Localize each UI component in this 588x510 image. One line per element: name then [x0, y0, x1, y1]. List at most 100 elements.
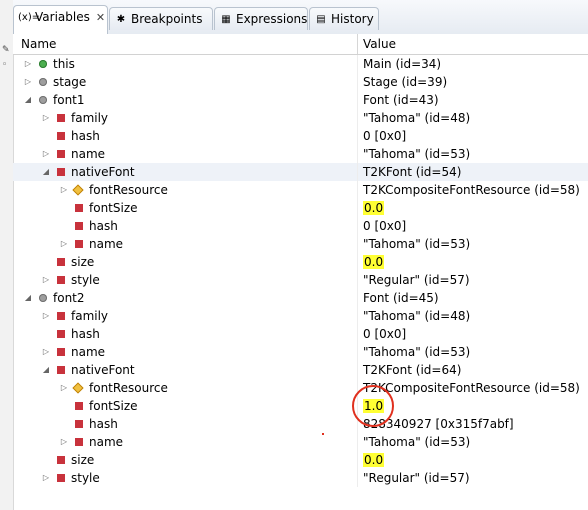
variable-name: nativeFont: [71, 165, 135, 179]
collapsed-twisty-icon[interactable]: ▷: [41, 145, 51, 163]
column-separator: [357, 325, 358, 343]
expanded-twisty-icon[interactable]: ◢: [41, 163, 51, 181]
collapsed-twisty-icon[interactable]: ▷: [41, 307, 51, 325]
variable-value: Font (id=45): [363, 291, 439, 305]
field-private-icon: [75, 240, 83, 248]
collapsed-twisty-icon[interactable]: ▷: [41, 271, 51, 289]
value-column-header[interactable]: Value: [363, 37, 396, 51]
name-cell: ▷ name: [13, 235, 357, 253]
expanded-twisty-icon[interactable]: ◢: [23, 91, 33, 109]
field-private-icon: [57, 168, 65, 176]
column-separator[interactable]: [357, 34, 358, 54]
collapsed-twisty-icon[interactable]: ▷: [23, 73, 33, 91]
tree-row[interactable]: ▷ family "Tahoma" (id=48): [13, 109, 588, 127]
column-separator: [357, 469, 358, 487]
tree-row[interactable]: fontSize 0.0: [13, 199, 588, 217]
name-cell: ▷ name: [13, 343, 357, 361]
tree-row[interactable]: hash 0 [0x0]: [13, 217, 588, 235]
tree-row[interactable]: size 0.0: [13, 451, 588, 469]
variable-name: nativeFont: [71, 363, 135, 377]
variable-value: T2KFont (id=54): [363, 165, 462, 179]
name-cell: ▷ fontResource: [13, 181, 357, 199]
variable-value: "Tahoma" (id=53): [363, 435, 471, 449]
tab-history[interactable]: ▤ History: [309, 7, 379, 30]
name-cell: fontSize: [13, 199, 357, 217]
tree-row[interactable]: hash 828340927 [0x315f7abf]: [13, 415, 588, 433]
variable-name: style: [71, 471, 100, 485]
collapsed-twisty-icon[interactable]: ▷: [59, 181, 69, 199]
tree-row[interactable]: size 0.0: [13, 253, 588, 271]
value-cell: T2KFont (id=64): [363, 361, 588, 379]
column-separator: [357, 307, 358, 325]
expressions-icon: ▦: [221, 13, 231, 25]
variable-name: font2: [53, 291, 85, 305]
collapsed-twisty-icon[interactable]: ▷: [41, 109, 51, 127]
gutter-mark-icon: ✎: [2, 45, 10, 55]
tree-row[interactable]: ◢ nativeFont T2KFont (id=64): [13, 361, 588, 379]
variable-value: "Tahoma" (id=53): [363, 147, 471, 161]
tree-row[interactable]: ◢ nativeFont T2KFont (id=54): [13, 163, 588, 181]
column-header: Name Value: [13, 34, 588, 55]
tree-row[interactable]: ▷ fontResource T2KCompositeFontResource (i…: [13, 181, 588, 199]
name-cell: ◢ font1: [13, 91, 357, 109]
tree-row[interactable]: ▷ style "Regular" (id=57): [13, 469, 588, 487]
variable-name: hash: [89, 219, 118, 233]
variable-value: Main (id=34): [363, 57, 442, 71]
tree-row[interactable]: ▷ name "Tahoma" (id=53): [13, 145, 588, 163]
value-cell: "Tahoma" (id=53): [363, 343, 588, 361]
value-cell: 1.0: [363, 397, 588, 415]
column-separator: [357, 55, 358, 73]
variable-name: hash: [89, 417, 118, 431]
tree-row[interactable]: ▷ this Main (id=34): [13, 55, 588, 73]
tree-row[interactable]: hash 0 [0x0]: [13, 325, 588, 343]
highlighted-value: 0.0: [363, 255, 385, 269]
variable-value: T2KFont (id=64): [363, 363, 462, 377]
annotation-dot: [322, 433, 324, 435]
tree-row[interactable]: ▷ fontResource T2KCompositeFontResource (i…: [13, 379, 588, 397]
column-separator: [357, 73, 358, 91]
tab-expressions[interactable]: ▦ Expressions: [214, 7, 308, 30]
collapsed-twisty-icon[interactable]: ▷: [59, 379, 69, 397]
collapsed-twisty-icon[interactable]: ▷: [59, 433, 69, 451]
value-cell: "Tahoma" (id=53): [363, 145, 588, 163]
field-private-icon: [57, 258, 65, 266]
name-cell: hash: [13, 217, 357, 235]
variable-value: "Tahoma" (id=48): [363, 309, 471, 323]
variable-name: stage: [53, 75, 87, 89]
collapsed-twisty-icon[interactable]: ▷: [59, 235, 69, 253]
tab-breakpoints[interactable]: ✱ Breakpoints: [109, 7, 213, 30]
variable-name: size: [71, 453, 95, 467]
tree-row[interactable]: ▷ name "Tahoma" (id=53): [13, 343, 588, 361]
column-separator: [357, 451, 358, 469]
field-default-icon: [39, 96, 47, 104]
tree-row[interactable]: fontSize 1.0: [13, 397, 588, 415]
collapsed-twisty-icon[interactable]: ▷: [23, 55, 33, 73]
collapsed-twisty-icon[interactable]: ▷: [41, 469, 51, 487]
highlighted-value: 0.0: [363, 201, 385, 215]
name-cell: ▷ name: [13, 433, 357, 451]
name-cell: ▷ style: [13, 469, 357, 487]
tree-row[interactable]: ▷ style "Regular" (id=57): [13, 271, 588, 289]
tree-row[interactable]: ◢ font2 Font (id=45): [13, 289, 588, 307]
tree-row[interactable]: hash 0 [0x0]: [13, 127, 588, 145]
field-private-icon: [57, 456, 65, 464]
tree-row[interactable]: ▷ name "Tahoma" (id=53): [13, 235, 588, 253]
name-column-header[interactable]: Name: [21, 37, 56, 51]
highlighted-value: 0.0: [363, 453, 385, 467]
field-private-icon: [57, 114, 65, 122]
value-cell: "Regular" (id=57): [363, 271, 588, 289]
tree-row[interactable]: ▷ name "Tahoma" (id=53): [13, 433, 588, 451]
value-cell: 828340927 [0x315f7abf]: [363, 415, 588, 433]
close-icon[interactable]: ✕: [96, 11, 105, 24]
tree-row[interactable]: ◢ font1 Font (id=43): [13, 91, 588, 109]
expanded-twisty-icon[interactable]: ◢: [41, 361, 51, 379]
variable-name: size: [71, 255, 95, 269]
tree-row[interactable]: ▷ family "Tahoma" (id=48): [13, 307, 588, 325]
name-cell: size: [13, 253, 357, 271]
tab-variables[interactable]: (x)=Variables ✕: [13, 5, 108, 35]
collapsed-twisty-icon[interactable]: ▷: [41, 343, 51, 361]
expanded-twisty-icon[interactable]: ◢: [23, 289, 33, 307]
variable-value: 0 [0x0]: [363, 129, 407, 143]
tree-row[interactable]: ▷ stage Stage (id=39): [13, 73, 588, 91]
field-private-icon: [57, 348, 65, 356]
